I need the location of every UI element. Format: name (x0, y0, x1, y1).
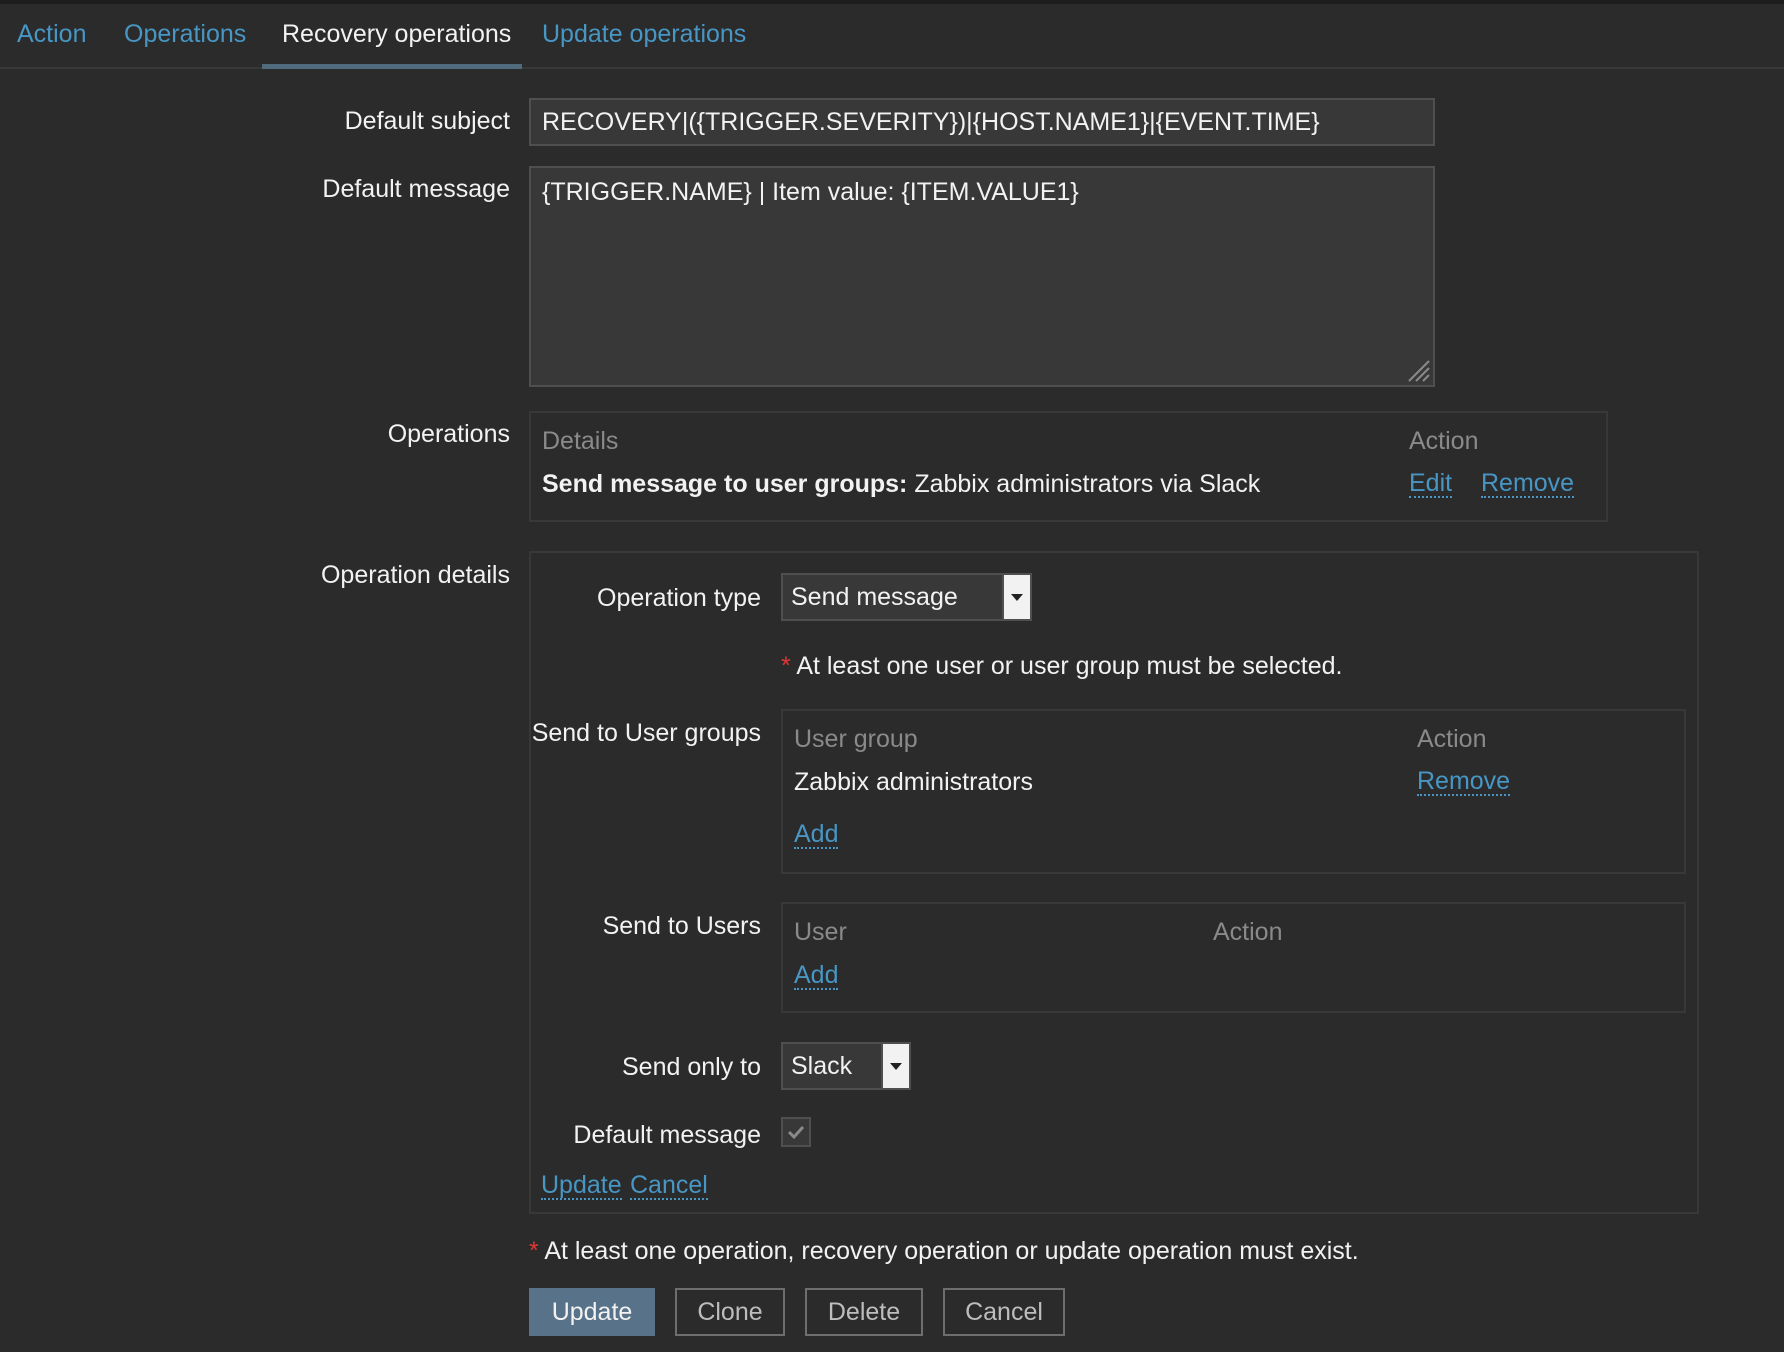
operation-update-link[interactable]: Update (541, 1172, 622, 1201)
user-group-remove-link[interactable]: Remove (1417, 768, 1511, 797)
operations-table: Details Action Send message to user grou… (529, 411, 1608, 522)
operation-edit-link[interactable]: Edit (1409, 470, 1453, 499)
operation-details-panel (529, 551, 1699, 1214)
clone-button[interactable]: Clone (675, 1288, 785, 1336)
operations-col-details: Details (542, 427, 619, 455)
operation-required-note: * At least one operation, recovery opera… (529, 1237, 1359, 1266)
chevron-down-icon (1002, 575, 1030, 619)
chevron-down-icon (881, 1044, 909, 1088)
default-subject-input[interactable] (529, 98, 1435, 146)
cancel-button[interactable]: Cancel (943, 1288, 1065, 1336)
operation-details-label: Operation details (320, 561, 510, 589)
send-only-to-select[interactable]: Slack (781, 1042, 911, 1090)
users-add-link[interactable]: Add (794, 962, 839, 991)
default-message-textarea[interactable]: {TRIGGER.NAME} | Item value: {ITEM.VALUE… (529, 166, 1435, 387)
operations-label: Operations (387, 420, 510, 448)
send-only-to-value: Slack (791, 1052, 853, 1080)
user-groups-table: User group Action Zabbix administrators … (781, 709, 1686, 874)
resize-handle-icon[interactable] (1405, 357, 1431, 383)
operation-type-value: Send message (791, 583, 958, 611)
operation-type-select[interactable]: Send message (781, 573, 1032, 621)
required-asterisk: * (781, 652, 791, 680)
tab-operations[interactable]: Operations (124, 20, 246, 49)
user-groups-col-action: Action (1417, 725, 1487, 753)
users-col-action: Action (1213, 918, 1283, 946)
delete-button[interactable]: Delete (805, 1288, 923, 1336)
operation-type-label: Operation type (597, 584, 761, 612)
default-message-checkbox-label: Default message (573, 1121, 761, 1149)
send-to-user-groups-label: Send to User groups (531, 719, 761, 747)
user-groups-col-group: User group (794, 725, 918, 753)
users-col-user: User (794, 918, 847, 946)
operations-row-details-bold: Send message to user groups: (542, 470, 908, 498)
default-message-checkbox[interactable] (781, 1117, 811, 1147)
operation-remove-link[interactable]: Remove (1481, 470, 1575, 499)
operations-row-details: Send message to user groups: Zabbix admi… (542, 470, 1260, 499)
checkmark-icon (787, 1125, 805, 1140)
users-table: User Action Add (781, 902, 1686, 1013)
tab-action[interactable]: Action (17, 20, 86, 49)
tab-recovery-operations[interactable]: Recovery operations (282, 20, 511, 49)
operation-cancel-link[interactable]: Cancel (630, 1172, 708, 1201)
user-groups-add-link[interactable]: Add (794, 821, 839, 850)
send-to-users-label: Send to Users (602, 912, 761, 940)
tab-update-operations[interactable]: Update operations (542, 20, 746, 49)
active-tab-indicator (262, 64, 522, 69)
default-subject-label: Default subject (344, 107, 510, 135)
operations-col-action: Action (1409, 427, 1479, 455)
operation-required-note-text: At least one operation, recovery operati… (544, 1237, 1359, 1265)
user-required-note: * At least one user or user group must b… (781, 652, 1342, 681)
tab-bar: Action Operations Recovery operations Up… (0, 4, 1784, 69)
operations-row-details-text: Zabbix administrators via Slack (907, 470, 1261, 498)
update-button[interactable]: Update (529, 1288, 655, 1336)
user-group-name: Zabbix administrators (794, 768, 1033, 796)
user-required-note-text: At least one user or user group must be … (796, 652, 1343, 680)
required-asterisk: * (529, 1237, 539, 1265)
default-message-label: Default message (322, 175, 510, 203)
send-only-to-label: Send only to (622, 1053, 761, 1081)
